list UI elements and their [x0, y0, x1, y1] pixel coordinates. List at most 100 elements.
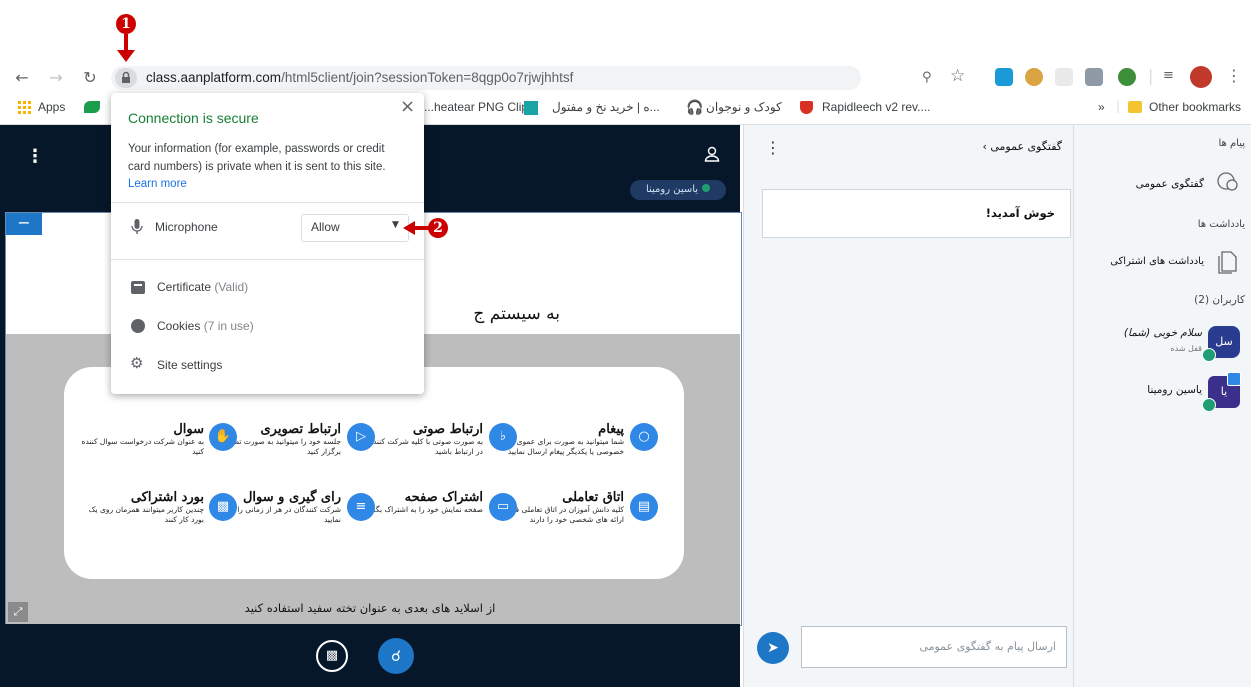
presenter-name: یاسین رومینا — [645, 184, 699, 195]
microphone-status-icon — [1202, 398, 1216, 412]
certificate-row[interactable]: Certificate (Valid) — [157, 280, 248, 294]
popup-divider — [111, 259, 424, 260]
menu-kebab-icon[interactable]: ⋮ — [1226, 66, 1242, 85]
popup-divider — [111, 202, 424, 203]
user-name-other[interactable]: یاسین رومینا — [1100, 384, 1202, 396]
annotation-marker-2: 2 — [428, 218, 448, 238]
bookmark-item3[interactable]: کودک و نوجوان — [706, 100, 782, 114]
chat-options-icon[interactable]: ⋮ — [765, 138, 781, 157]
bookmark-favicon — [524, 101, 538, 115]
microphone-permission-value: Allow — [311, 220, 340, 234]
popup-description: Your information (for example, passwords… — [128, 143, 386, 173]
users-title: کاربران (2) — [1194, 294, 1245, 306]
certificate-icon — [131, 281, 145, 294]
messages-title: پیام ها — [1218, 138, 1245, 149]
toolbar-divider: | — [1148, 66, 1154, 85]
slide-footer-note: از اسلاید های بعدی به عنوان تخته سفید اس… — [244, 601, 496, 615]
annotation-arrow-head — [117, 50, 135, 62]
bookmark-item4[interactable]: Rapidleech v2 rev.... — [822, 100, 931, 114]
status-dot — [702, 184, 711, 192]
headphones-favicon: 🎧 — [686, 100, 704, 116]
folder-icon — [1128, 101, 1142, 113]
minimize-presentation-button[interactable]: − — [6, 213, 42, 235]
key-icon[interactable]: ⚲ — [922, 70, 932, 85]
reading-list-icon[interactable]: ≡ — [1163, 68, 1174, 83]
bookmark-apps[interactable]: Apps — [38, 100, 65, 114]
shared-notes-link[interactable]: یادداشت های اشتراکی — [1090, 256, 1204, 267]
video-feature-icon: ▷ — [347, 423, 375, 451]
notes-icon — [1218, 250, 1238, 274]
annotation-marker-1: 1 — [116, 14, 136, 34]
poll-feature-icon: ≡ — [347, 493, 375, 521]
presenter-badge: یاسین رومینا — [630, 180, 726, 200]
cookies-status: (7 in use) — [203, 319, 254, 333]
microphone-feature-icon: ♭ — [489, 423, 517, 451]
chat-feature-icon: ○ — [630, 423, 658, 451]
popup-title: Connection is secure — [128, 110, 259, 126]
gear-icon: ⚙ — [130, 354, 144, 372]
actions-bar — [0, 624, 740, 687]
annotation-arrow-shaft — [413, 226, 429, 230]
extension-icon-1[interactable] — [995, 68, 1013, 86]
hand-feature-icon: ✋ — [209, 423, 237, 451]
audio-button[interactable]: ☌ — [378, 638, 414, 674]
learn-more-link[interactable]: Learn more — [128, 178, 187, 190]
cookie-icon — [131, 319, 145, 333]
send-button[interactable]: ➤ — [757, 632, 789, 664]
extension-icon-2[interactable] — [1025, 68, 1043, 86]
extension-icon-4[interactable] — [1085, 68, 1103, 86]
presenter-icon — [1227, 372, 1241, 386]
tab-strip — [0, 0, 1251, 64]
chat-header[interactable]: گفتگوی عمومی › — [940, 140, 1062, 153]
screenshare-feature-icon: ▭ — [489, 493, 517, 521]
forward-icon[interactable]: → — [46, 68, 66, 88]
bookmark-item2[interactable]: ...ه | خرید نخ و مفتول — [552, 100, 660, 114]
other-bookmarks[interactable]: Other bookmarks — [1149, 100, 1241, 114]
fullscreen-icon[interactable]: ⤢ — [8, 602, 28, 622]
url-path: /html5client/join?sessionToken=8qgp0o7rj… — [281, 70, 574, 85]
reload-icon[interactable]: ↻ — [80, 68, 100, 88]
bookmark-favicon — [84, 101, 100, 113]
features-card — [64, 367, 684, 579]
feature-desc: به عنوان شرکت درخواست سوال کننده کنید — [81, 437, 204, 456]
back-icon[interactable]: ← — [12, 68, 32, 88]
bookmark-item1[interactable]: ...heatear PNG Clip — [424, 100, 528, 114]
bookmarks-overflow[interactable]: » — [1098, 100, 1105, 114]
video-off-button[interactable]: ▩ — [316, 640, 348, 672]
apps-grid-icon[interactable] — [18, 101, 32, 115]
cookies-label: Cookies — [157, 319, 201, 333]
certificate-status: (Valid) — [214, 280, 249, 294]
breakout-feature-icon: ▤ — [630, 493, 658, 521]
microphone-icon — [131, 219, 143, 235]
feature-desc: چندین کاربر میتوانند همزمان روی یک بورد … — [88, 505, 204, 524]
profile-avatar[interactable] — [1190, 66, 1212, 88]
whiteboard-feature-icon: ▩ — [209, 493, 237, 521]
user-status: قفل شده — [1170, 344, 1202, 353]
public-chat-link[interactable]: گفتگوی عمومی — [1100, 178, 1204, 190]
certificate-label: Certificate — [157, 280, 212, 294]
feature-title: سوال — [173, 422, 204, 437]
chat-input[interactable]: ارسال پیام به گفتگوی عمومی — [801, 626, 1067, 668]
user-name-self[interactable]: سلام خوبی (شما) — [1100, 327, 1202, 339]
chevron-right-icon: › — [982, 140, 987, 153]
cookies-row[interactable]: Cookies (7 in use) — [157, 319, 254, 333]
send-icon: ➤ — [767, 640, 779, 656]
bookmarks-divider: | — [1116, 99, 1121, 113]
welcome-message: خوش آمدید! — [985, 206, 1055, 220]
chat-bubble-icon — [1214, 170, 1242, 196]
presentation-menu-icon[interactable]: ⋮ — [26, 146, 44, 167]
site-info-popup — [111, 93, 424, 394]
headphones-icon: ☌ — [390, 647, 402, 665]
extension-icon-3[interactable] — [1055, 68, 1073, 86]
shield-favicon — [800, 101, 813, 114]
microphone-status-icon — [1202, 348, 1216, 362]
user-icon[interactable] — [704, 146, 720, 165]
extension-icon-5[interactable] — [1118, 68, 1136, 86]
popup-close-button[interactable]: × — [400, 96, 415, 117]
site-settings-link[interactable]: Site settings — [157, 358, 222, 372]
lock-icon-bg[interactable] — [115, 68, 137, 88]
notes-title: یادداشت ها — [1197, 219, 1245, 230]
url-text[interactable]: class.aanplatform.com/html5client/join?s… — [146, 70, 573, 85]
feature-question: سوال به عنوان شرکت درخواست سوال کننده کنی… — [74, 422, 204, 457]
bookmark-star-icon[interactable]: ☆ — [950, 66, 965, 86]
